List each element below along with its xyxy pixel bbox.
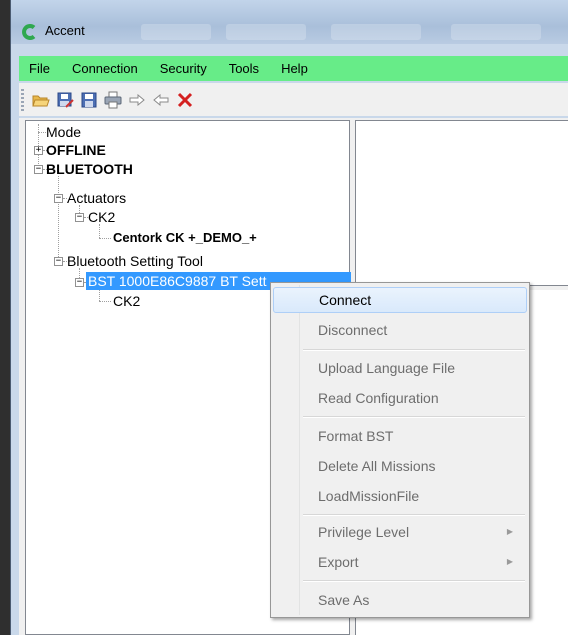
delete-x-icon[interactable] (174, 89, 196, 111)
menu-separator (303, 514, 525, 516)
tree-node-bst-ck2[interactable]: CK2 (113, 292, 140, 310)
menu-item-read-configuration[interactable]: Read Configuration (273, 385, 527, 411)
tree-node-bluetooth[interactable]: BLUETOOTH (46, 160, 133, 178)
menu-item-label: Export (318, 554, 359, 570)
collapse-ck2-icon[interactable]: − (75, 213, 84, 222)
menu-item-label: Privilege Level (318, 524, 410, 540)
menu-item-upload-language[interactable]: Upload Language File (273, 355, 527, 381)
menu-separator (303, 580, 525, 582)
tree-connector (38, 132, 46, 133)
tree-connector (58, 176, 59, 257)
detail-panel (355, 120, 568, 286)
title-bar-blur (451, 24, 541, 40)
menu-security[interactable]: Security (149, 56, 218, 81)
tree-node-offline[interactable]: OFFLINE (46, 141, 106, 159)
arrow-left-icon[interactable] (150, 89, 172, 111)
open-folder-icon[interactable] (30, 89, 52, 111)
collapse-actuators-icon[interactable]: − (54, 194, 63, 203)
collapse-bst-device-icon[interactable]: − (75, 278, 84, 287)
tree-connector (99, 224, 100, 238)
submenu-arrow-icon: ▶ (506, 557, 513, 566)
arrow-right-icon[interactable] (126, 89, 148, 111)
menu-item-save-as[interactable]: Save As (273, 587, 527, 613)
menu-item-disconnect[interactable]: Disconnect (273, 317, 527, 343)
menu-help[interactable]: Help (270, 56, 319, 81)
save-icon[interactable] (78, 89, 100, 111)
menu-item-delete-missions[interactable]: Delete All Missions (273, 453, 527, 479)
app-logo-icon (21, 24, 37, 40)
collapse-bluetooth-icon[interactable]: − (34, 165, 43, 174)
print-icon[interactable] (102, 89, 124, 111)
menu-tools[interactable]: Tools (218, 56, 270, 81)
menu-separator (303, 349, 525, 351)
save-as-icon[interactable] (54, 89, 76, 111)
menu-separator (303, 416, 525, 418)
expand-offline-icon[interactable]: + (34, 146, 43, 155)
menu-file[interactable]: File (19, 56, 61, 81)
menu-item-privilege-level[interactable]: Privilege Level ▶ (273, 519, 527, 545)
title-bar-blur (141, 24, 211, 40)
title-bar-blur (226, 24, 306, 40)
title-bar-blur (331, 24, 421, 40)
tree-node-actuators[interactable]: Actuators (67, 189, 126, 207)
toolbar-grip[interactable] (21, 88, 24, 111)
menu-item-load-mission[interactable]: LoadMissionFile (273, 483, 527, 509)
tree-node-mode[interactable]: Mode (46, 123, 81, 141)
submenu-arrow-icon: ▶ (506, 527, 513, 536)
menu-connection[interactable]: Connection (61, 56, 149, 81)
tree-node-bst-tool[interactable]: Bluetooth Setting Tool (67, 252, 203, 270)
title-bar: Accent (11, 0, 568, 44)
menu-item-export[interactable]: Export ▶ (273, 549, 527, 575)
menu-item-format-bst[interactable]: Format BST (273, 423, 527, 449)
context-menu: Connect Disconnect Upload Language File … (270, 282, 530, 618)
tree-node-actuator-ck2[interactable]: CK2 (88, 208, 115, 226)
tree-connector (99, 238, 111, 239)
collapse-bst-tool-icon[interactable]: − (54, 257, 63, 266)
menu-item-connect[interactable]: Connect (273, 287, 527, 313)
tree-connector (99, 301, 111, 302)
window-title: Accent (45, 23, 85, 38)
toolbar (19, 83, 568, 116)
tree-node-centork[interactable]: Centork CK +_DEMO_+ (113, 229, 257, 247)
menu-bar: File Connection Security Tools Help (19, 56, 568, 81)
